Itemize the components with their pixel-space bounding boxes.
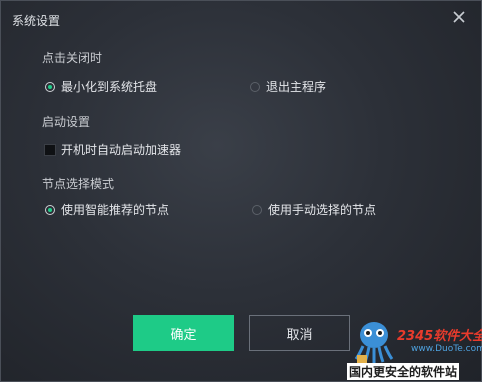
close-behavior-heading: 点击关闭时 [42,51,103,65]
dialog-title: 系统设置 [12,14,61,28]
confirm-button[interactable]: 确定 [133,315,234,351]
radio-unchecked-icon[interactable] [250,81,260,92]
close-button[interactable] [451,9,467,25]
option-label: 使用智能推荐的节点 [61,203,170,217]
option-label: 最小化到系统托盘 [61,80,158,94]
exit-program-option[interactable]: 退出主程序 [250,78,326,95]
node-mode-heading: 节点选择模式 [42,177,115,191]
minimize-to-tray-option[interactable]: 最小化到系统托盘 [45,78,157,95]
octopus-mascot-icon [354,322,394,363]
radio-checked-icon[interactable] [45,204,55,215]
close-icon [453,11,465,23]
radio-unchecked-icon[interactable] [252,204,262,215]
radio-checked-icon[interactable] [45,81,55,92]
watermark-slogan: 国内更安全的软件站 [347,363,460,380]
option-label: 开机时自动启动加速器 [61,143,182,157]
smart-node-option[interactable]: 使用智能推荐的节点 [45,201,169,218]
watermark-url: www.DuoTe.com [411,344,482,354]
option-label: 使用手动选择的节点 [268,203,377,217]
option-label: 退出主程序 [266,80,327,94]
autostart-option[interactable]: 开机时自动启动加速器 [44,141,181,158]
settings-dialog: 系统设置 点击关闭时 最小化到系统托盘 退出主程序 启动设置 开机时自动启动加速… [0,0,482,382]
cancel-button[interactable]: 取消 [249,315,350,351]
startup-heading: 启动设置 [42,115,91,129]
autostart-checkbox[interactable] [44,143,56,156]
watermark-brand: 2345软件大全 [397,329,482,344]
watermark: 2345软件大全 www.DuoTe.com 国内更安全的软件站 [345,311,482,381]
manual-node-option[interactable]: 使用手动选择的节点 [252,201,376,218]
